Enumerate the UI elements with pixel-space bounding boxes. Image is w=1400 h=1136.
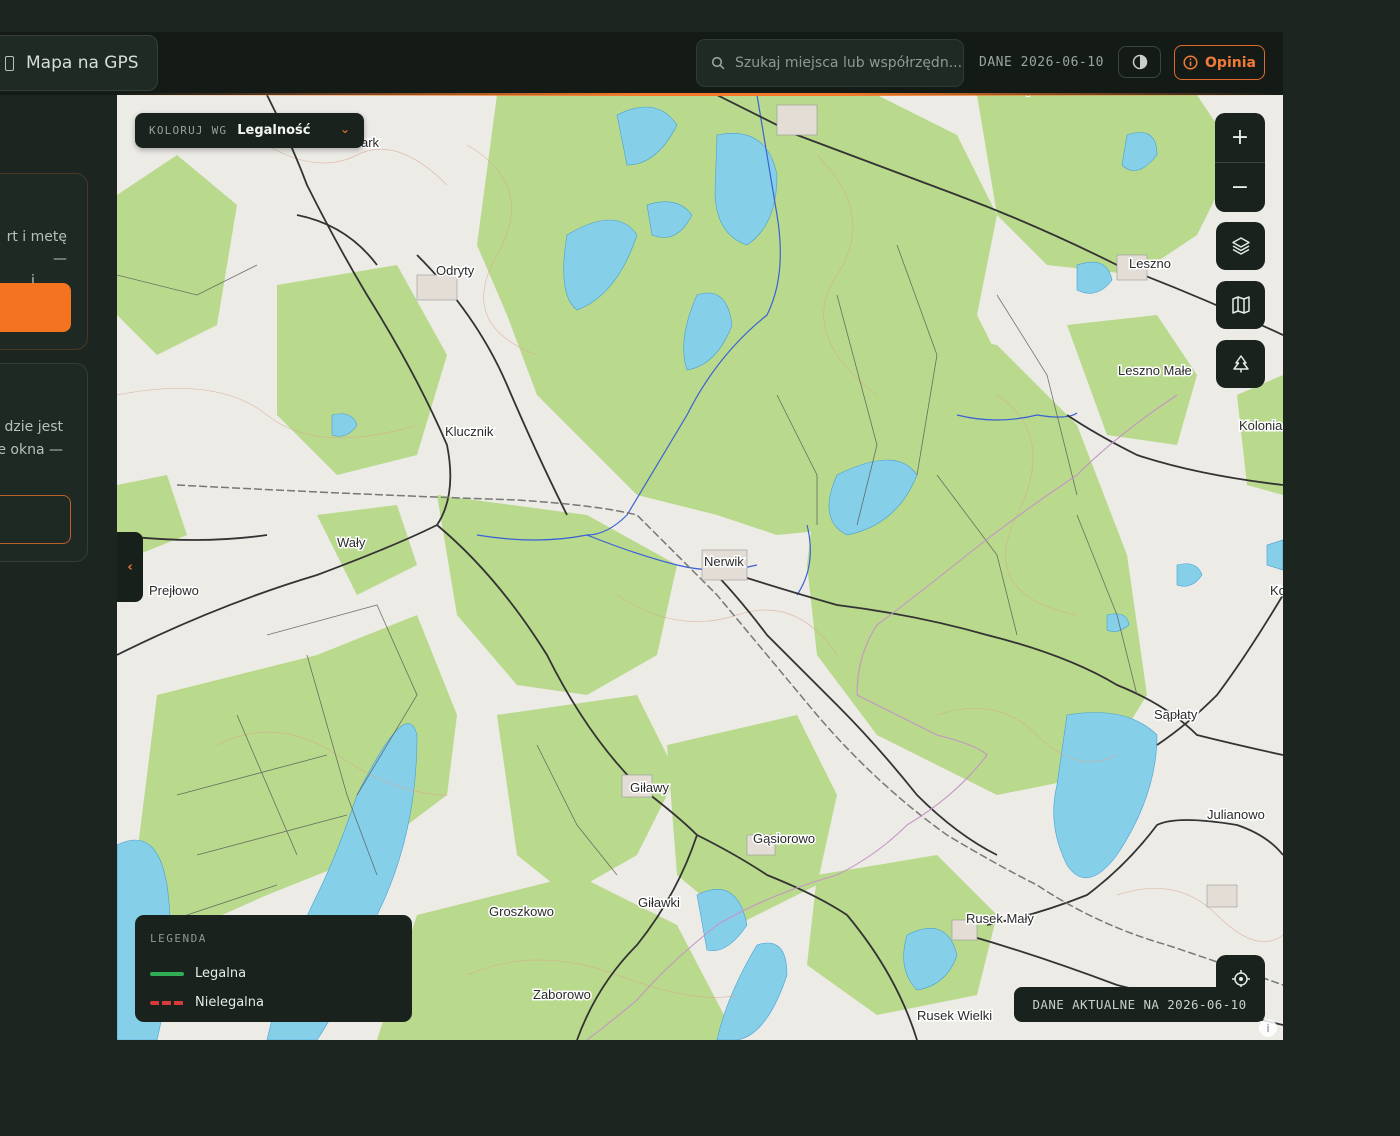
theme-toggle-button[interactable] xyxy=(1118,46,1161,78)
legend-title: LEGENDA xyxy=(150,932,207,945)
place-label: Leszno Małe xyxy=(1118,363,1192,378)
forest-layer-button[interactable] xyxy=(1216,340,1265,388)
basemap-button[interactable] xyxy=(1216,281,1265,329)
place-label: Nerwik xyxy=(704,554,744,569)
map-tiles: Bartoty Małe Odryty Klucznik Wały Prejło… xyxy=(117,95,1283,1040)
legend-item-illegal: Nielegalna xyxy=(150,988,412,1017)
place-label: Groszkowo xyxy=(489,904,554,919)
zoom-out-button[interactable]: − xyxy=(1215,163,1265,212)
chevron-down-icon: ⌄ xyxy=(339,122,350,136)
collapse-panel-button[interactable]: ‹ xyxy=(117,532,143,602)
map-legend: LEGENDA Legalna Nielegalna xyxy=(135,915,412,1022)
search-icon xyxy=(711,56,725,70)
card-primary-button[interactable] xyxy=(0,283,71,332)
feedback-button[interactable]: Opinia xyxy=(1174,45,1265,80)
place-label: Odryty xyxy=(436,263,475,278)
place-label: Ko xyxy=(1270,583,1283,598)
data-current-badge: DANE AKTUALNE NA 2026-06-10 xyxy=(1014,987,1265,1022)
zoom-controls: + − xyxy=(1215,113,1265,212)
phone-icon xyxy=(5,55,14,71)
legend-item-legal: Legalna xyxy=(150,959,412,988)
place-label: Giławki xyxy=(638,895,680,910)
contrast-icon xyxy=(1132,54,1147,70)
legend-swatch-dashed xyxy=(150,1000,184,1005)
color-by-value: Legalność xyxy=(237,123,311,138)
map-icon xyxy=(1231,296,1250,314)
loading-progress-bar xyxy=(117,93,1283,96)
place-label: Rusek Wielki xyxy=(917,1008,992,1023)
place-label: Kolonia xyxy=(1239,418,1283,433)
crosshair-icon xyxy=(1231,970,1250,988)
place-label: Rusek Mały xyxy=(966,911,1034,926)
place-label: Klucznik xyxy=(445,424,494,439)
gps-button-label: Mapa na GPS xyxy=(26,53,139,73)
color-by-label: KOLORUJ WG xyxy=(149,124,228,137)
feedback-label: Opinia xyxy=(1205,54,1256,71)
legend-label: Legalna xyxy=(195,966,247,981)
place-label: Gąsiorowo xyxy=(753,831,815,846)
layers-icon xyxy=(1231,237,1250,255)
attribution-button[interactable]: i xyxy=(1259,1019,1277,1037)
place-label: Julianowo xyxy=(1207,807,1265,822)
zoom-in-button[interactable]: + xyxy=(1215,113,1265,162)
place-label: Zaborowo xyxy=(533,987,591,1002)
side-panel-card-route: rt i metę — i. xyxy=(0,173,88,350)
card-text: dzie jest ce okna — xyxy=(0,419,63,458)
search-placeholder: Szukaj miejsca lub współrzędn... xyxy=(735,55,963,71)
layers-button[interactable] xyxy=(1216,222,1265,270)
card-secondary-button[interactable] xyxy=(0,495,71,544)
gps-map-button[interactable]: Mapa na GPS xyxy=(0,35,158,91)
data-date-label: DANE 2026-06-10 xyxy=(979,55,1104,70)
place-label: Leszno xyxy=(1129,256,1171,271)
place-label: Prejłowo xyxy=(149,583,199,598)
place-label: Giławy xyxy=(630,780,670,795)
place-label: Sąpłaty xyxy=(1154,707,1198,722)
search-input[interactable]: Szukaj miejsca lub współrzędn... xyxy=(696,39,964,87)
legend-label: Nielegalna xyxy=(195,995,264,1010)
legend-swatch-solid xyxy=(150,971,184,976)
info-icon xyxy=(1183,55,1198,70)
map-canvas[interactable]: Bartoty Małe Odryty Klucznik Wały Prejło… xyxy=(117,95,1283,1040)
side-panel-card-location: dzie jest ce okna — xyxy=(0,363,88,562)
place-label: Wały xyxy=(337,535,366,550)
tree-icon xyxy=(1232,355,1249,373)
chevron-left-icon: ‹ xyxy=(127,559,133,575)
color-by-select[interactable]: KOLORUJ WG Legalność ⌄ xyxy=(135,113,364,148)
